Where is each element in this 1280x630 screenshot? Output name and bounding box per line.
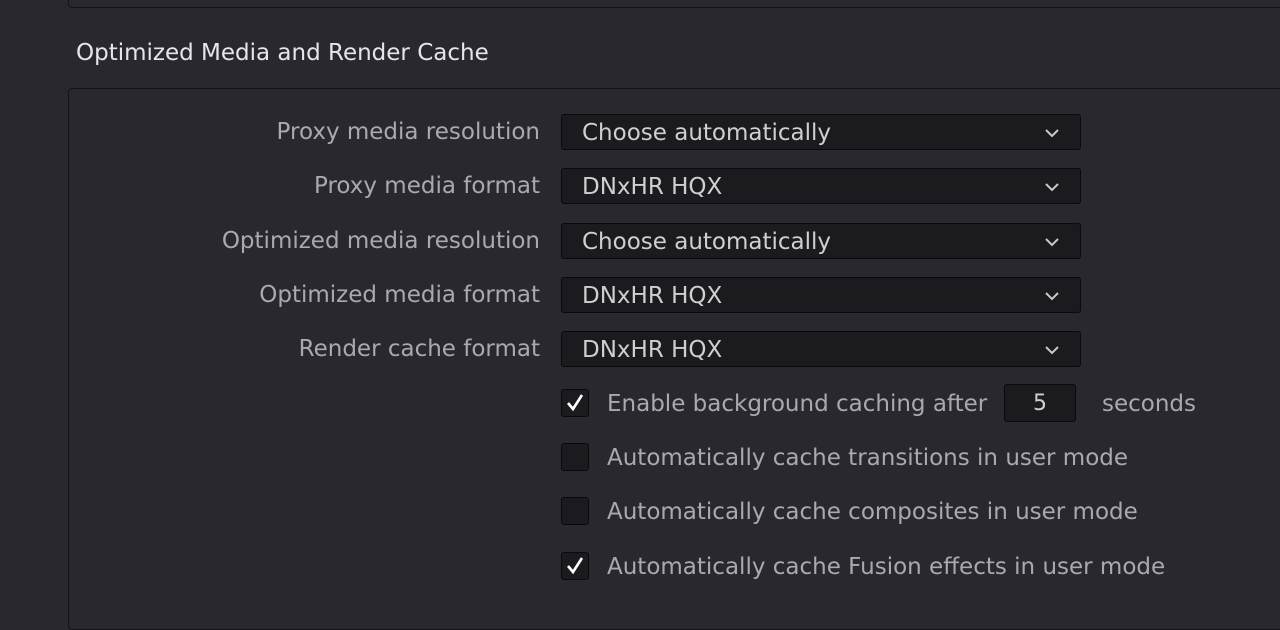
chevron-down-icon: [1045, 346, 1059, 355]
dropdown-value: Choose automatically: [582, 229, 832, 255]
checkmark-icon: [567, 394, 584, 412]
cache-composites-label[interactable]: Automatically cache composites in user m…: [607, 493, 1138, 531]
checkmark-icon: [567, 557, 584, 575]
chevron-down-icon: [1045, 183, 1059, 192]
optimized-media-resolution-dropdown[interactable]: Choose automatically: [561, 223, 1081, 259]
chevron-down-icon: [1045, 292, 1059, 301]
dropdown-value: Choose automatically: [582, 120, 832, 146]
optimized-media-format-dropdown[interactable]: DNxHR HQX: [561, 277, 1081, 313]
seconds-label: seconds: [1102, 391, 1197, 417]
background-caching-checkbox[interactable]: [561, 389, 589, 417]
cache-transitions-checkbox[interactable]: [561, 443, 589, 471]
optimized-media-resolution-label: Optimized media resolution: [221, 228, 540, 254]
cache-fusion-effects-label[interactable]: Automatically cache Fusion effects in us…: [607, 548, 1165, 586]
chevron-down-icon: [1045, 238, 1059, 247]
proxy-media-format-dropdown[interactable]: DNxHR HQX: [561, 168, 1081, 204]
background-caching-label[interactable]: Enable background caching after: [607, 385, 987, 423]
proxy-media-resolution-label: Proxy media resolution: [276, 119, 540, 145]
cache-composites-checkbox[interactable]: [561, 497, 589, 525]
background-caching-seconds-input[interactable]: [1004, 384, 1076, 422]
optimized-media-format-label: Optimized media format: [259, 282, 540, 308]
render-cache-format-dropdown[interactable]: DNxHR HQX: [561, 331, 1081, 367]
previous-group-box: [68, 0, 1280, 8]
dropdown-value: DNxHR HQX: [582, 337, 723, 363]
section-title: Optimized Media and Render Cache: [76, 40, 489, 66]
proxy-media-format-label: Proxy media format: [313, 173, 540, 199]
cache-fusion-effects-checkbox[interactable]: [561, 552, 589, 580]
dropdown-value: DNxHR HQX: [582, 283, 723, 309]
dropdown-value: DNxHR HQX: [582, 174, 723, 200]
proxy-media-resolution-dropdown[interactable]: Choose automatically: [561, 114, 1081, 150]
render-cache-format-label: Render cache format: [298, 336, 540, 362]
cache-transitions-label[interactable]: Automatically cache transitions in user …: [607, 439, 1128, 477]
chevron-down-icon: [1045, 129, 1059, 138]
